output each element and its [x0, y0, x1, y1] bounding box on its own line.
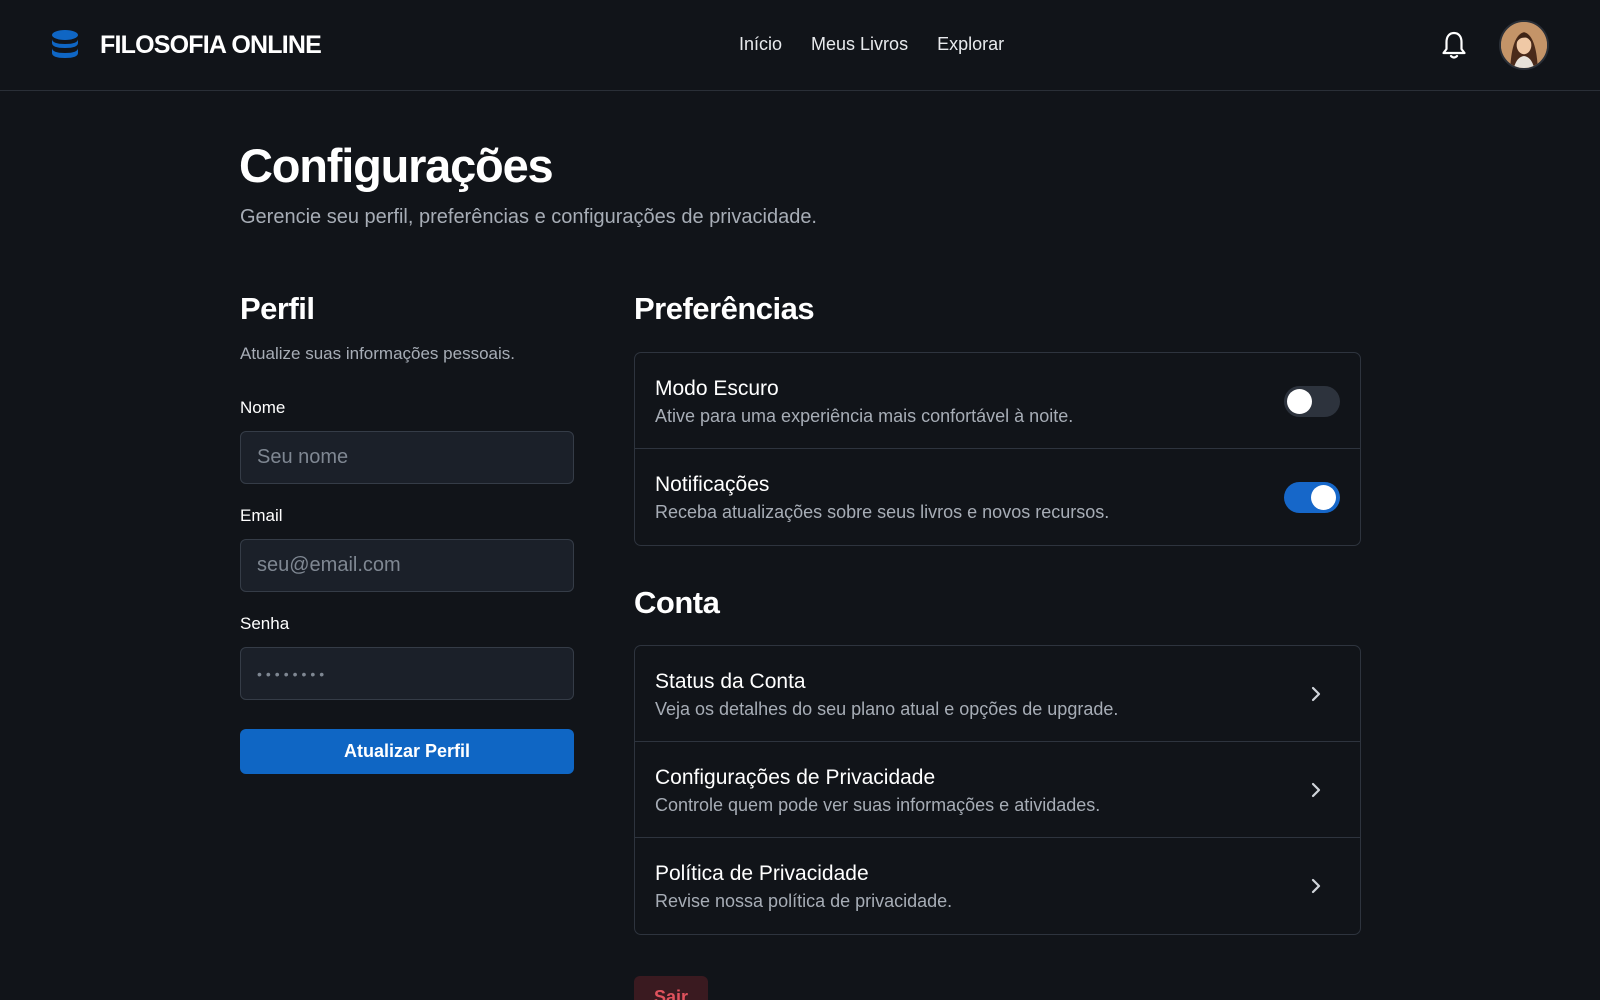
- update-profile-button[interactable]: Atualizar Perfil: [240, 729, 574, 774]
- user-avatar[interactable]: [1499, 20, 1549, 70]
- toggle-knob: [1287, 389, 1312, 414]
- account-row-status[interactable]: Status da Conta Veja os detalhes do seu …: [635, 646, 1360, 742]
- dark-mode-description: Ative para uma experiência mais confortá…: [655, 406, 1074, 426]
- dark-mode-title: Modo Escuro: [655, 377, 779, 400]
- name-label: Nome: [240, 398, 286, 417]
- logout-button[interactable]: Sair: [634, 976, 708, 1000]
- account-status-title: Status da Conta: [655, 670, 806, 693]
- notifications-toggle[interactable]: [1284, 482, 1340, 513]
- bell-icon[interactable]: [1440, 30, 1468, 60]
- page-title: Configurações: [239, 139, 554, 192]
- preference-row-dark-mode: Modo Escuro Ative para uma experiência m…: [635, 353, 1360, 449]
- database-stack-icon: [52, 30, 78, 58]
- privacy-settings-description: Controle quem pode ver suas informações …: [655, 795, 1101, 815]
- account-title: Conta: [634, 585, 720, 620]
- account-row-privacy-settings[interactable]: Configurações de Privacidade Controle qu…: [635, 742, 1360, 838]
- notifications-title: Notificações: [655, 473, 770, 496]
- profile-description: Atualize suas informações pessoais.: [240, 344, 515, 363]
- nav-link-explorar[interactable]: Explorar: [937, 34, 1004, 55]
- privacy-policy-title: Política de Privacidade: [655, 862, 869, 885]
- avatar-portrait-icon: [1501, 22, 1547, 68]
- main-nav: Início Meus Livros Explorar: [739, 34, 1004, 55]
- preference-row-notifications: Notificações Receba atualizações sobre s…: [635, 449, 1360, 545]
- chevron-right-icon: [1311, 782, 1321, 798]
- preferences-card: Modo Escuro Ative para uma experiência m…: [634, 352, 1361, 546]
- notifications-description: Receba atualizações sobre seus livros e …: [655, 502, 1110, 522]
- password-label: Senha: [240, 614, 290, 633]
- privacy-policy-description: Revise nossa política de privacidade.: [655, 891, 953, 911]
- account-row-privacy-policy[interactable]: Política de Privacidade Revise nossa pol…: [635, 838, 1360, 934]
- brand-logo[interactable]: FILOSOFIA ONLINE: [50, 29, 322, 61]
- account-card: Status da Conta Veja os detalhes do seu …: [634, 645, 1361, 935]
- preferences-title: Preferências: [634, 291, 815, 326]
- password-field[interactable]: [240, 647, 574, 700]
- top-navbar: FILOSOFIA ONLINE Início Meus Livros Expl…: [0, 0, 1600, 91]
- account-status-description: Veja os detalhes do seu plano atual e op…: [655, 699, 1119, 719]
- privacy-settings-title: Configurações de Privacidade: [655, 766, 936, 789]
- name-field[interactable]: [240, 431, 574, 484]
- chevron-right-icon: [1311, 878, 1321, 894]
- dark-mode-toggle[interactable]: [1284, 386, 1340, 417]
- page-subtitle: Gerencie seu perfil, preferências e conf…: [240, 206, 817, 228]
- email-label: Email: [240, 506, 283, 525]
- nav-link-meus-livros[interactable]: Meus Livros: [811, 34, 908, 55]
- brand-name: FILOSOFIA ONLINE: [100, 30, 322, 59]
- profile-title: Perfil: [240, 291, 315, 326]
- email-field[interactable]: [240, 539, 574, 592]
- chevron-right-icon: [1311, 686, 1321, 702]
- nav-link-inicio[interactable]: Início: [739, 34, 782, 55]
- toggle-knob: [1311, 485, 1336, 510]
